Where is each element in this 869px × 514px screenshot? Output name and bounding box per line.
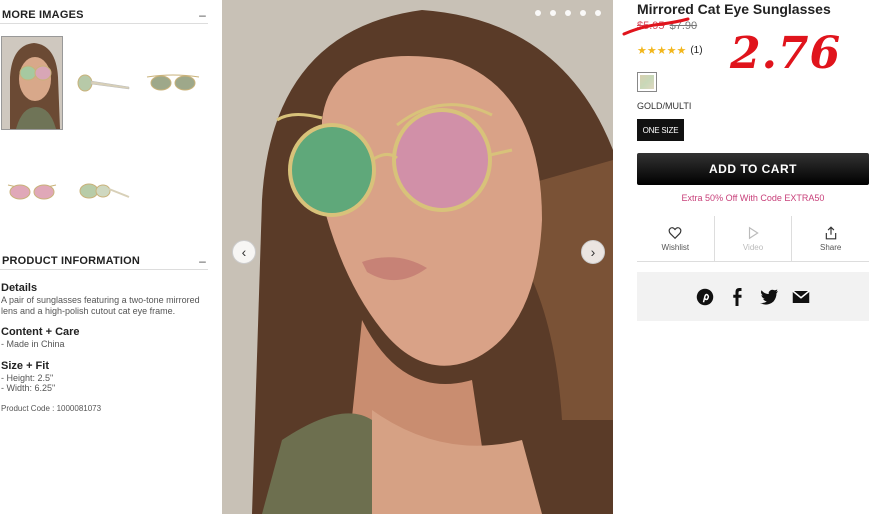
thumbnail-top-view[interactable] xyxy=(142,36,204,130)
action-bar: Wishlist Video Share xyxy=(637,216,869,262)
content-care-title: Content + Care xyxy=(1,326,80,338)
details-block: Details A pair of sunglasses featuring a… xyxy=(1,282,206,316)
star-rating-icon: ★★★★★ xyxy=(637,45,687,57)
more-images-header[interactable]: MORE IMAGES – xyxy=(0,6,208,24)
video-button[interactable]: Video xyxy=(715,216,793,261)
chevron-right-icon: › xyxy=(590,244,596,260)
left-column: MORE IMAGES – PRODUCT INFORMATION – Deta… xyxy=(0,0,210,514)
color-name: GOLD/MULTI xyxy=(637,101,692,111)
twitter-icon[interactable] xyxy=(760,288,778,306)
thumbnail-angle-view[interactable] xyxy=(72,144,134,238)
size-height: - Height: 2.5" xyxy=(1,372,54,383)
carousel-dot[interactable] xyxy=(565,10,571,16)
chevron-left-icon: ‹ xyxy=(241,244,247,260)
thumbnail-model[interactable] xyxy=(1,36,63,130)
video-label: Video xyxy=(742,242,764,252)
main-product-image: ‹ › xyxy=(222,0,613,514)
content-care-block: Content + Care - Made in China xyxy=(1,326,206,350)
product-panel: Mirrored Cat Eye Sunglasses $5.95 $7.90 … xyxy=(622,0,869,514)
size-fit-block: Size + Fit - Height: 2.5" - Width: 6.25" xyxy=(1,360,206,394)
color-swatch[interactable] xyxy=(637,72,657,92)
email-icon[interactable] xyxy=(792,288,810,306)
thumbnail-side-view[interactable] xyxy=(72,36,134,130)
size-option-button[interactable]: ONE SIZE xyxy=(637,119,684,141)
thumbnail-front-view[interactable] xyxy=(1,144,63,238)
rating[interactable]: ★★★★★ (1) xyxy=(637,44,703,57)
promo-text: Extra 50% Off With Code EXTRA50 xyxy=(681,193,825,203)
size-fit-title: Size + Fit xyxy=(1,359,49,372)
heart-icon xyxy=(668,226,682,239)
annotated-price: 2.76 xyxy=(730,28,842,79)
price-scribble-mark xyxy=(622,17,690,36)
size-width: - Width: 6.25" xyxy=(1,383,56,393)
content-care-text: - Made in China xyxy=(1,339,65,349)
product-title: Mirrored Cat Eye Sunglasses xyxy=(637,1,831,17)
product-info-content: Details A pair of sunglasses featuring a… xyxy=(1,282,206,414)
share-label: Share xyxy=(820,242,842,252)
review-count[interactable]: (1) xyxy=(690,45,702,56)
pinterest-icon[interactable] xyxy=(696,288,714,306)
share-icon xyxy=(825,225,836,239)
collapse-icon[interactable]: – xyxy=(199,254,206,268)
product-info-header[interactable]: PRODUCT INFORMATION – xyxy=(0,252,208,270)
carousel-dot[interactable] xyxy=(550,10,556,16)
next-image-button[interactable]: › xyxy=(581,240,605,264)
product-code: Product Code : 1000081073 xyxy=(1,403,102,413)
carousel-dot[interactable] xyxy=(595,10,601,16)
previous-image-button[interactable]: ‹ xyxy=(232,240,256,264)
details-text: A pair of sunglasses featuring a two-ton… xyxy=(1,295,200,316)
play-icon xyxy=(748,226,759,239)
carousel-dot[interactable] xyxy=(580,10,586,16)
carousel-dot[interactable] xyxy=(535,10,541,16)
product-info-title: PRODUCT INFORMATION xyxy=(2,254,141,267)
facebook-icon[interactable] xyxy=(728,287,746,306)
wishlist-label: Wishlist xyxy=(661,242,690,252)
details-title: Details xyxy=(1,282,38,294)
carousel-dots[interactable] xyxy=(535,10,601,16)
wishlist-button[interactable]: Wishlist xyxy=(637,216,715,261)
collapse-icon[interactable]: – xyxy=(199,8,206,22)
add-to-cart-button[interactable]: ADD TO CART xyxy=(637,153,869,185)
more-images-title: MORE IMAGES xyxy=(2,8,84,21)
social-share-box xyxy=(637,272,869,321)
share-button[interactable]: Share xyxy=(792,216,869,261)
